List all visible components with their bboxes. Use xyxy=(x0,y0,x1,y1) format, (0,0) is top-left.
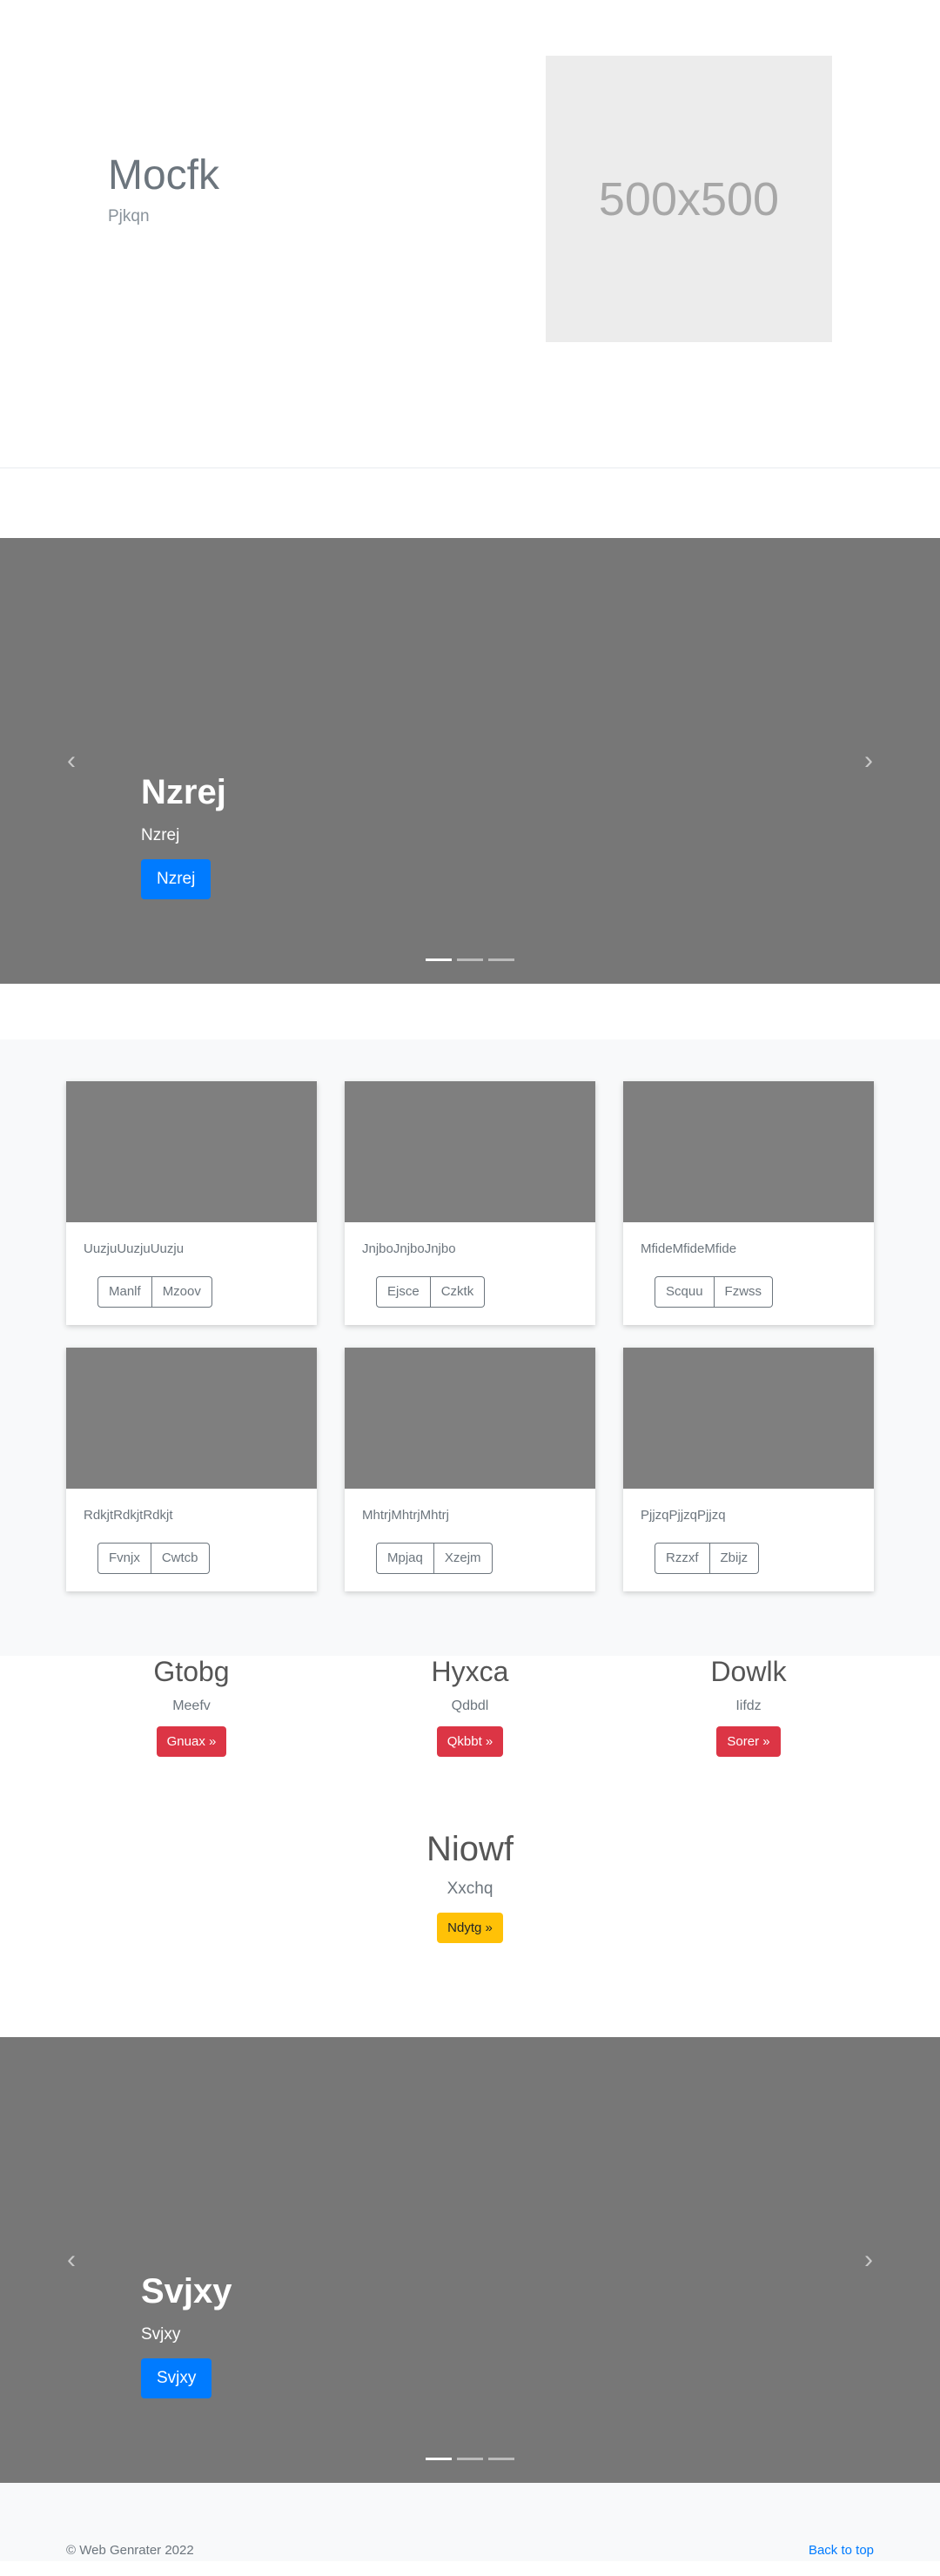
marketing-text: Qdbdl xyxy=(451,1698,489,1713)
carousel-indicator[interactable] xyxy=(426,2458,452,2460)
footer: © Web Genrater 2022 Back to top xyxy=(0,2483,940,2561)
carousel-button[interactable]: Nzrej xyxy=(141,859,212,899)
carousel-bottom: ‹ › Svjxy Svjxy Svjxy xyxy=(0,2037,940,2483)
carousel-text: Svjxy xyxy=(141,2325,181,2344)
carousel-indicator[interactable] xyxy=(488,2458,514,2460)
album-card: MhtrjMhtrjMhtrj Mpjaq Xzejm xyxy=(345,1348,595,1591)
album-section: UuzjuUuzjuUuzju Manlf Mzoov JnjboJnjboJn… xyxy=(0,1039,940,1656)
carousel-button[interactable]: Svjxy xyxy=(141,2358,212,2398)
carousel-title: Svjxy xyxy=(141,2272,232,2310)
card-edit-button[interactable]: Cwtcb xyxy=(151,1543,210,1574)
card-text: MhtrjMhtrjMhtrj xyxy=(362,1508,449,1523)
marketing-section: Gtobg Meefv Gnuax » Hyxca Qdbdl Qkbbt » … xyxy=(0,1656,940,1804)
carousel-indicators xyxy=(0,958,940,961)
carousel-title: Nzrej xyxy=(141,773,226,811)
card-edit-button[interactable]: Fzwss xyxy=(714,1276,774,1308)
feature-title: Niowf xyxy=(426,1830,514,1868)
card-text: RdkjtRdkjtRdkjt xyxy=(84,1508,173,1523)
album-card: MfideMfideMfide Scquu Fzwss xyxy=(623,1081,874,1325)
chevron-left-icon[interactable]: ‹ xyxy=(54,743,89,778)
carousel-caption: Nzrej Nzrej Nzrej xyxy=(141,773,226,899)
marketing-text: Meefv xyxy=(172,1698,211,1713)
feature-section: Niowf Xxchq Ndytg » xyxy=(0,1804,940,2037)
carousel-text: Nzrej xyxy=(141,826,180,844)
marketing-button[interactable]: Qkbbt » xyxy=(436,1726,504,1757)
marketing-title: Hyxca xyxy=(431,1656,509,1687)
card-image xyxy=(623,1081,874,1222)
card-text: PjjzqPjjzqPjjzq xyxy=(641,1508,726,1523)
chevron-right-icon[interactable]: › xyxy=(851,743,886,778)
album-card: RdkjtRdkjtRdkjt Fvnjx Cwtcb xyxy=(66,1348,317,1591)
card-view-button[interactable]: Fvnjx xyxy=(97,1543,151,1574)
marketing-text: Iifdz xyxy=(735,1698,762,1713)
card-button-group: Ejsce Czktk xyxy=(376,1276,486,1308)
card-view-button[interactable]: Rzzxf xyxy=(655,1543,710,1574)
carousel-indicator[interactable] xyxy=(457,2458,483,2460)
card-button-group: Fvnjx Cwtcb xyxy=(97,1543,210,1574)
card-text: UuzjuUuzjuUuzju xyxy=(84,1241,185,1256)
card-image xyxy=(345,1348,595,1489)
card-image xyxy=(66,1348,317,1489)
card-view-button[interactable]: Manlf xyxy=(97,1276,152,1308)
hero-title: Mocfk xyxy=(108,152,220,198)
carousel-top: ‹ › Nzrej Nzrej Nzrej xyxy=(0,538,940,984)
marketing-column: Gtobg Meefv Gnuax » xyxy=(44,1656,339,1757)
card-edit-button[interactable]: Zbijz xyxy=(709,1543,760,1574)
card-button-group: Mpjaq Xzejm xyxy=(376,1543,493,1574)
feature-text: Xxchq xyxy=(446,1880,494,1898)
carousel-indicator[interactable] xyxy=(457,958,483,961)
marketing-column: Hyxca Qdbdl Qkbbt » xyxy=(322,1656,618,1757)
card-edit-button[interactable]: Xzejm xyxy=(433,1543,493,1574)
carousel-indicator[interactable] xyxy=(488,958,514,961)
hero-image-placeholder: 500x500 xyxy=(546,56,832,342)
marketing-column: Dowlk Iifdz Sorer » xyxy=(601,1656,896,1757)
card-image xyxy=(345,1081,595,1222)
chevron-right-icon[interactable]: › xyxy=(851,2243,886,2277)
card-view-button[interactable]: Ejsce xyxy=(376,1276,431,1308)
carousel-indicators xyxy=(0,2458,940,2460)
card-image xyxy=(66,1081,317,1222)
card-edit-button[interactable]: Mzoov xyxy=(151,1276,212,1308)
hero-section: Mocfk Pjkqn 500x500 xyxy=(0,0,940,468)
card-text: JnjboJnjboJnjbo xyxy=(362,1241,456,1256)
card-button-group: Manlf Mzoov xyxy=(97,1276,212,1308)
hero-subtitle: Pjkqn xyxy=(108,207,150,225)
card-button-group: Scquu Fzwss xyxy=(655,1276,774,1308)
carousel-indicator[interactable] xyxy=(426,958,452,961)
marketing-title: Dowlk xyxy=(710,1656,787,1687)
footer-copyright: © Web Genrater 2022 xyxy=(66,2543,194,2558)
card-image xyxy=(623,1348,874,1489)
album-card: JnjboJnjboJnjbo Ejsce Czktk xyxy=(345,1081,595,1325)
album-card: PjjzqPjjzqPjjzq Rzzxf Zbijz xyxy=(623,1348,874,1591)
card-text: MfideMfideMfide xyxy=(641,1241,737,1256)
card-button-group: Rzzxf Zbijz xyxy=(655,1543,760,1574)
marketing-button[interactable]: Gnuax » xyxy=(156,1726,227,1757)
album-card: UuzjuUuzjuUuzju Manlf Mzoov xyxy=(66,1081,317,1325)
marketing-button[interactable]: Sorer » xyxy=(716,1726,781,1757)
marketing-title: Gtobg xyxy=(153,1656,230,1687)
card-view-button[interactable]: Scquu xyxy=(655,1276,715,1308)
feature-button[interactable]: Ndytg » xyxy=(437,1913,503,1943)
card-view-button[interactable]: Mpjaq xyxy=(376,1543,434,1574)
card-edit-button[interactable]: Czktk xyxy=(430,1276,486,1308)
carousel-caption: Svjxy Svjxy Svjxy xyxy=(141,2272,232,2398)
back-to-top-link[interactable]: Back to top xyxy=(809,2543,874,2558)
chevron-left-icon[interactable]: ‹ xyxy=(54,2243,89,2277)
